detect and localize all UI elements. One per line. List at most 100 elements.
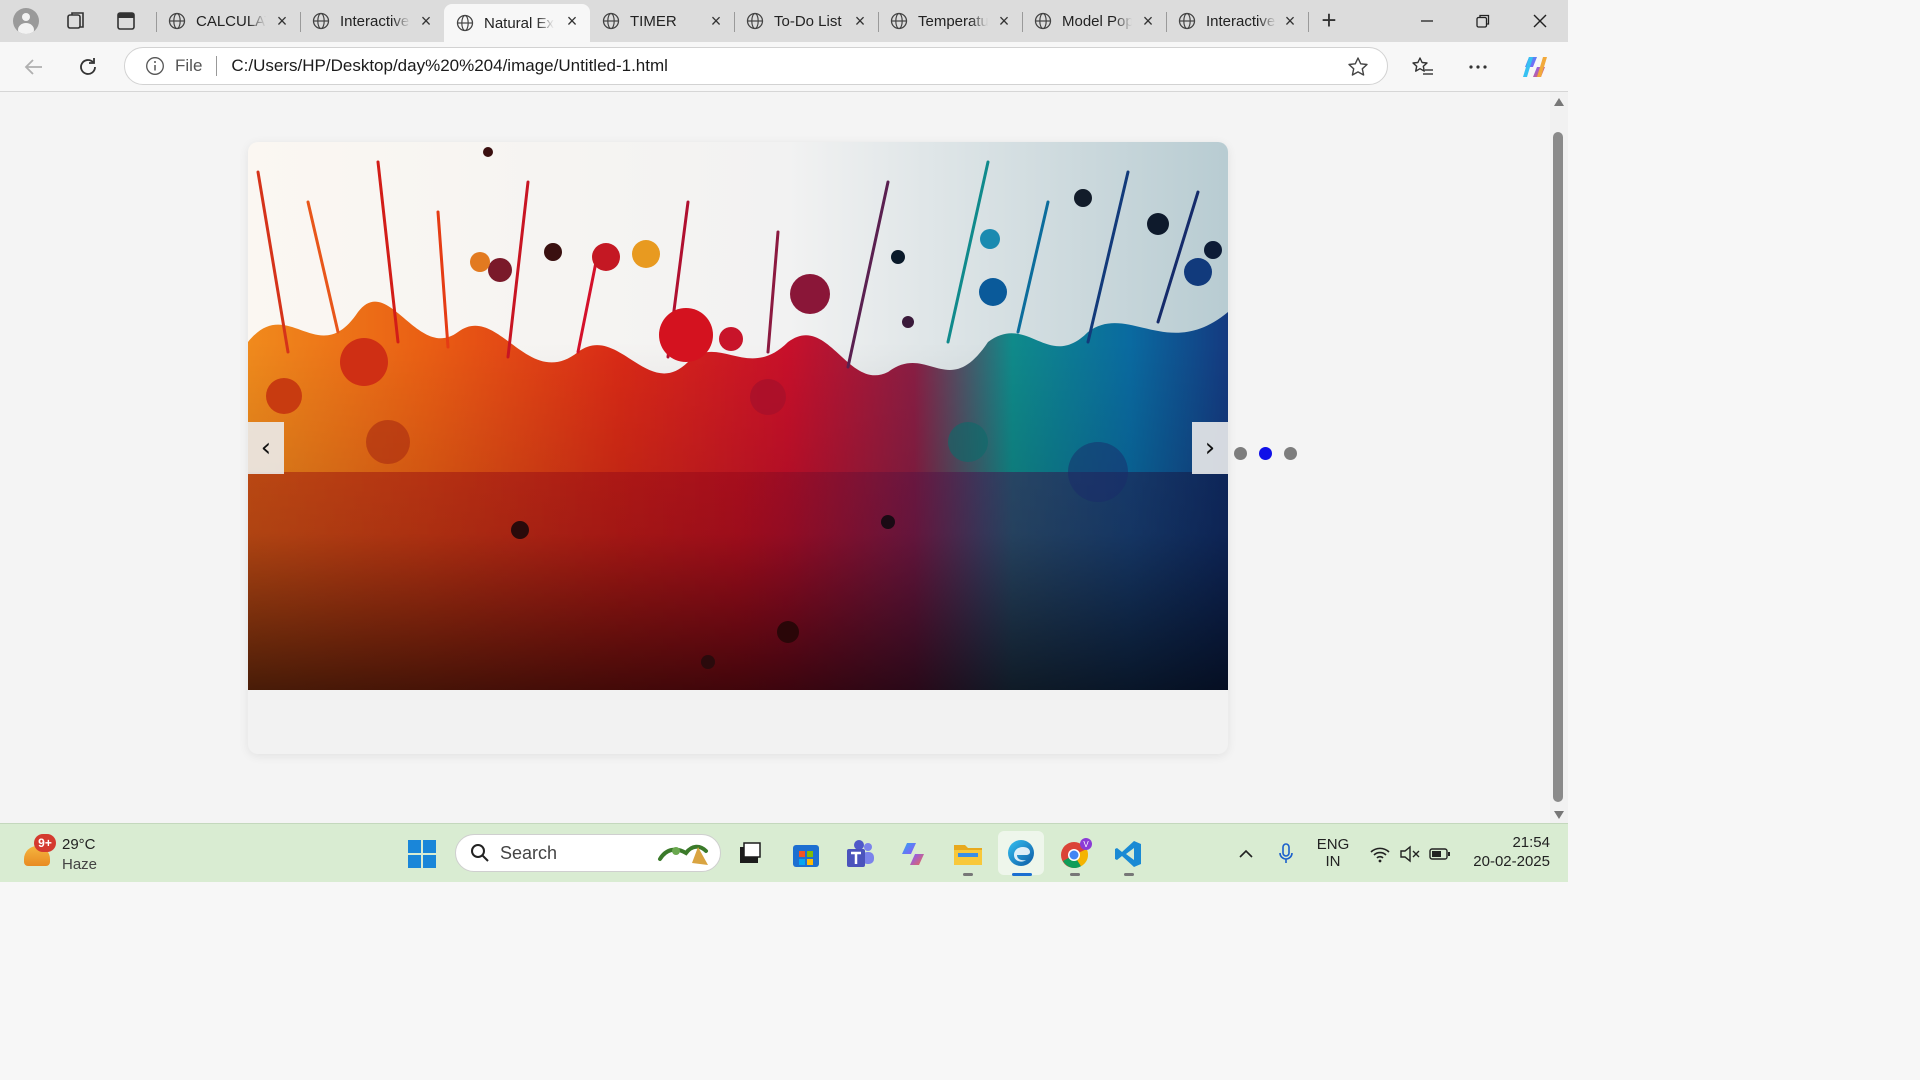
browser-toolbar: File C:/Users/HP/Desktop/day%20%204/imag… xyxy=(0,42,1568,92)
close-tab-icon[interactable]: × xyxy=(706,11,726,31)
globe-icon xyxy=(890,12,908,30)
tab-title: To-Do List xyxy=(774,12,842,30)
microsoft-store-button[interactable] xyxy=(786,834,826,874)
edge-button[interactable] xyxy=(998,831,1044,875)
teams-button[interactable] xyxy=(840,834,880,874)
image-slider: ‹ › xyxy=(248,142,1228,754)
close-tab-icon[interactable]: × xyxy=(562,11,582,31)
scrollbar-thumb[interactable] xyxy=(1553,132,1563,802)
tab-title: Model Popup xyxy=(1062,12,1132,30)
globe-icon xyxy=(1178,12,1196,30)
refresh-button[interactable] xyxy=(70,50,106,84)
windows-taskbar: 9+ 29°C Haze Search V ENG IN 21:54 20-02… xyxy=(0,823,1568,882)
close-tab-icon[interactable]: × xyxy=(416,11,436,31)
favorites-icon xyxy=(1412,57,1433,75)
tab-interactive-2[interactable]: Interactive × xyxy=(1166,4,1308,38)
restore-button[interactable] xyxy=(1455,0,1511,42)
tab-title: Interactive xyxy=(340,12,410,30)
slide-dot-2[interactable] xyxy=(1259,447,1272,460)
divider xyxy=(216,56,218,76)
weather-condition: Haze xyxy=(62,856,98,873)
copilot-icon xyxy=(1523,57,1547,77)
globe-icon xyxy=(456,14,474,32)
edge-icon xyxy=(1008,840,1034,866)
microphone-button[interactable] xyxy=(1266,834,1306,874)
favorite-star-icon[interactable] xyxy=(1347,56,1369,78)
vscode-button[interactable] xyxy=(1108,834,1148,874)
tab-temperature[interactable]: Temperature × xyxy=(878,4,1022,38)
close-icon xyxy=(1533,14,1547,28)
taskbar-search[interactable]: Search xyxy=(455,834,721,872)
tab-model-popup[interactable]: Model Popup × xyxy=(1022,4,1166,38)
url-text[interactable]: C:/Users/HP/Desktop/day%20%204/image/Unt… xyxy=(231,56,668,76)
next-slide-button[interactable]: › xyxy=(1192,422,1228,474)
close-tab-icon[interactable]: × xyxy=(1280,11,1300,31)
tab-natural-experience[interactable]: Natural Experience × xyxy=(444,4,590,42)
chrome-button[interactable]: V xyxy=(1056,834,1096,874)
close-tab-icon[interactable]: × xyxy=(994,11,1014,31)
search-label: Search xyxy=(500,842,558,863)
tab-calculator[interactable]: CALCULATOR × xyxy=(156,4,300,38)
globe-icon xyxy=(1034,12,1052,30)
globe-icon xyxy=(602,12,620,30)
paint-splash-image xyxy=(248,142,1228,690)
slide-dot-1[interactable] xyxy=(1234,447,1247,460)
tab-timer[interactable]: TIMER × xyxy=(590,4,734,38)
chevron-up-icon xyxy=(1239,849,1253,858)
globe-icon xyxy=(168,12,186,30)
vscode-icon xyxy=(1115,841,1141,867)
back-button[interactable] xyxy=(16,50,52,84)
input-language[interactable]: ENG IN xyxy=(1312,836,1354,870)
clock[interactable]: 21:54 20-02-2025 xyxy=(1462,834,1550,870)
minimize-button[interactable] xyxy=(1399,0,1455,42)
clock-time: 21:54 xyxy=(1512,834,1550,851)
battery-icon xyxy=(1429,848,1450,860)
prev-slide-button[interactable]: ‹ xyxy=(248,422,284,474)
copilot-button[interactable] xyxy=(1517,50,1553,84)
tab-strip: CALCULATOR × Interactive × Natural Exper… xyxy=(0,0,1568,42)
info-icon[interactable] xyxy=(145,56,165,76)
svg-text:V: V xyxy=(1083,840,1089,849)
scroll-down-icon[interactable] xyxy=(1552,809,1566,821)
more-menu-button[interactable] xyxy=(1460,50,1496,84)
profile-button[interactable] xyxy=(8,5,44,37)
workspaces-button[interactable] xyxy=(58,5,94,37)
tab-title: Natural Experience xyxy=(484,14,554,32)
copilot-taskbar-button[interactable] xyxy=(893,834,933,874)
new-tab-button[interactable]: + xyxy=(1314,6,1344,36)
back-arrow-icon xyxy=(24,59,42,75)
globe-icon xyxy=(312,12,330,30)
scroll-up-icon[interactable] xyxy=(1552,96,1566,108)
tab-to-do-list[interactable]: To-Do List × xyxy=(734,4,878,38)
favorites-button[interactable] xyxy=(1405,50,1441,84)
task-view-icon xyxy=(740,842,761,863)
vertical-scrollbar[interactable] xyxy=(1550,92,1568,823)
task-view-button[interactable] xyxy=(730,834,770,874)
slide-dot-3[interactable] xyxy=(1284,447,1297,460)
file-explorer-button[interactable] xyxy=(948,834,988,874)
tab-title: CALCULATOR xyxy=(196,12,266,30)
profile-icon xyxy=(13,8,39,34)
language-code: ENG xyxy=(1316,836,1350,853)
close-tab-icon[interactable]: × xyxy=(1138,11,1158,31)
close-tab-icon[interactable]: × xyxy=(850,11,870,31)
tab-actions-button[interactable] xyxy=(108,5,144,37)
ellipsis-icon xyxy=(1469,65,1487,69)
search-highlight-icon xyxy=(658,844,708,865)
weather-widget[interactable]: 9+ 29°C Haze xyxy=(20,830,140,876)
folder-icon xyxy=(954,845,982,865)
tab-interactive[interactable]: Interactive × xyxy=(300,4,444,38)
clock-date: 20-02-2025 xyxy=(1473,853,1550,870)
slide-image xyxy=(248,142,1228,690)
close-tab-icon[interactable]: × xyxy=(272,11,292,31)
notification-badge: 9+ xyxy=(34,834,56,852)
start-button[interactable] xyxy=(402,834,442,874)
quick-settings-button[interactable] xyxy=(1360,834,1460,874)
search-icon xyxy=(471,844,489,862)
address-bar[interactable]: File C:/Users/HP/Desktop/day%20%204/imag… xyxy=(124,47,1388,85)
show-hidden-icons-button[interactable] xyxy=(1226,834,1266,874)
store-icon xyxy=(793,845,819,867)
windows-logo-icon xyxy=(408,840,436,868)
speaker-muted-icon xyxy=(1400,845,1420,863)
close-window-button[interactable] xyxy=(1512,0,1568,42)
